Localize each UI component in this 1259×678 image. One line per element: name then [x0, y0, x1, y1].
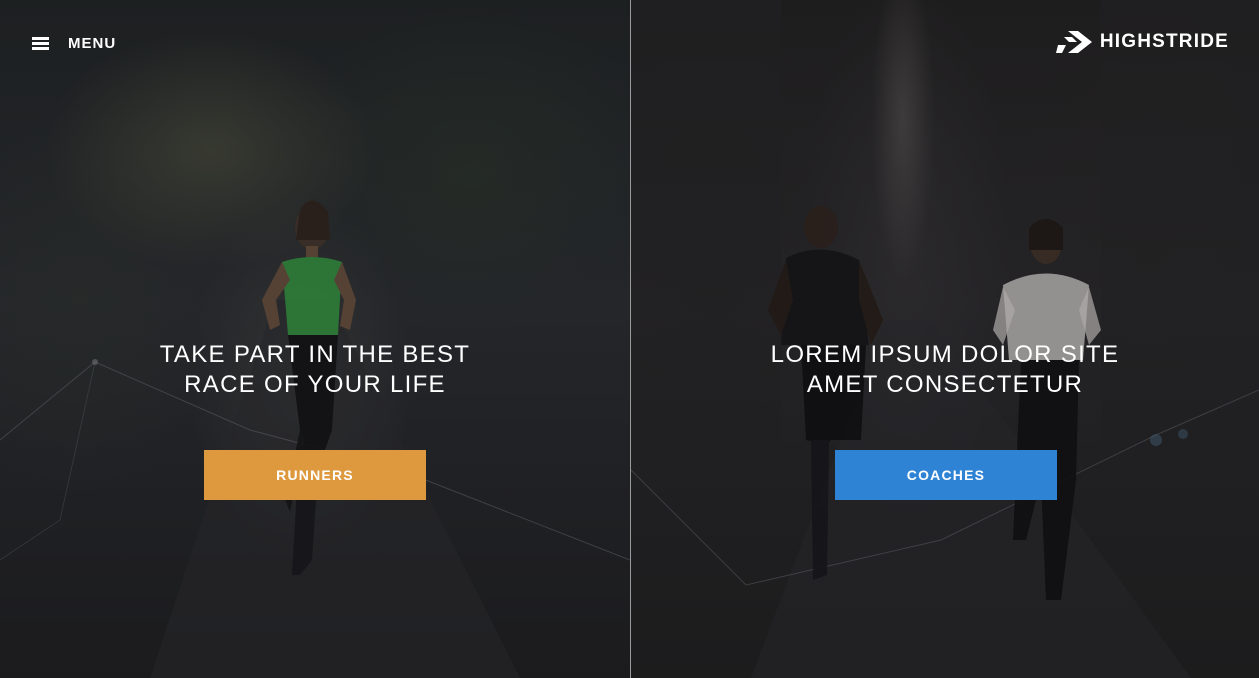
runners-headline-line-2: RACE OF YOUR LIFE	[184, 371, 446, 398]
right-background-photo	[631, 0, 1259, 678]
coaches-headline-line-2: AMET CONSECTETUR	[806, 371, 1084, 398]
coaches-hero: LOREM IPSUM DOLOR SITE AMET CONSECTETUR	[631, 340, 1259, 400]
left-background-photo	[0, 200, 630, 678]
coaches-button[interactable]: COACHES	[835, 450, 1057, 500]
coaches-headline: LOREM IPSUM DOLOR SITE AMET CONSECTETUR	[631, 340, 1259, 400]
coaches-panel: HIGHSTRIDE LOREM IPSUM DOLOR SITE AMET C…	[631, 0, 1259, 678]
menu-label[interactable]: MENU	[68, 35, 116, 52]
hamburger-icon[interactable]	[32, 36, 49, 50]
highstride-chevron-logo-icon	[1055, 31, 1092, 53]
brand-name: HIGHSTRIDE	[1099, 31, 1229, 52]
runners-panel: MENU TAKE PART IN THE BEST RACE OF YOUR …	[0, 0, 630, 678]
runners-headline: TAKE PART IN THE BEST RACE OF YOUR LIFE	[0, 340, 630, 400]
split-landing-page: MENU TAKE PART IN THE BEST RACE OF YOUR …	[0, 0, 1259, 678]
runners-headline-line-1: TAKE PART IN THE BEST	[159, 341, 471, 368]
coaches-headline-line-1: LOREM IPSUM DOLOR SITE	[770, 341, 1120, 368]
runners-button[interactable]: RUNNERS	[204, 450, 426, 500]
menu-toggle[interactable]: MENU	[32, 33, 116, 53]
brand-logo[interactable]: HIGHSTRIDE	[1055, 27, 1229, 57]
runners-hero: TAKE PART IN THE BEST RACE OF YOUR LIFE	[0, 340, 630, 400]
